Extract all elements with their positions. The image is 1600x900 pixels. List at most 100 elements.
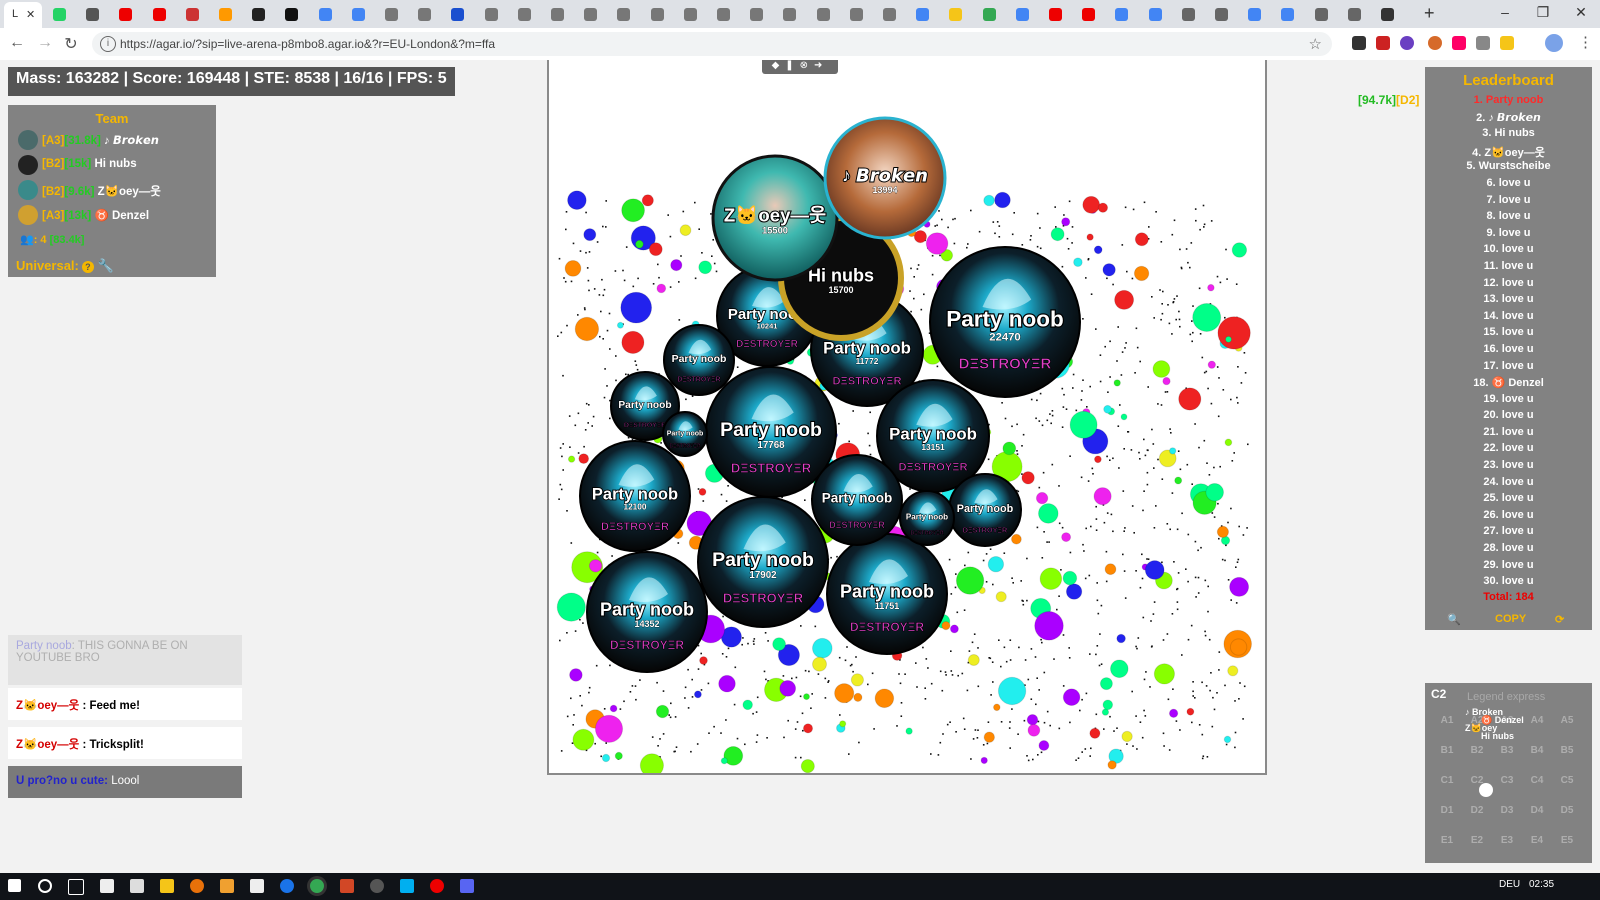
forward-button[interactable]: →	[34, 34, 56, 52]
browser-tab[interactable]	[1208, 4, 1236, 24]
top-toolbar[interactable]: ◆❚⊗➜	[762, 60, 838, 74]
browser-tab[interactable]	[212, 4, 240, 24]
edge-icon[interactable]	[280, 879, 294, 893]
bookmark-star-icon[interactable]: ☆	[1309, 35, 1322, 53]
folder-icon[interactable]	[160, 879, 174, 893]
opera-icon[interactable]	[430, 879, 444, 893]
address-bar[interactable]: i https://agar.io/?sip=live-arena-p8mbo8…	[92, 32, 1332, 56]
task-view-icon[interactable]	[68, 879, 84, 895]
close-tab-icon[interactable]: ✕	[26, 8, 35, 21]
browser-tab[interactable]	[278, 4, 306, 24]
search-icon[interactable]: 🔍	[1447, 613, 1461, 626]
browser-tab[interactable]	[1142, 4, 1170, 24]
restore-window-icon[interactable]: ❐	[1528, 4, 1558, 21]
player-cell[interactable]: Z🐱oey—웃15500	[711, 154, 839, 282]
language-indicator[interactable]: DEU	[1499, 879, 1520, 890]
skype-icon[interactable]	[400, 879, 414, 893]
store-icon[interactable]	[130, 879, 144, 893]
extension-icon[interactable]	[1352, 36, 1366, 50]
player-cell[interactable]: DΞSTROYΞR Party noob11751	[826, 533, 948, 655]
minimap[interactable]: C2 Legend express A1 A2 A3 A4 A5 B1 B2 B3 B4 B5 C1…	[1425, 683, 1592, 863]
app-icon[interactable]	[370, 879, 384, 893]
extension-icon[interactable]	[1428, 36, 1442, 50]
chat-input[interactable]: U pro?no u cute: Loool	[8, 766, 242, 798]
player-cell[interactable]: DΞSTROYΞRParty noob12100	[579, 440, 691, 552]
clock[interactable]: 02:35	[1529, 879, 1554, 890]
browser-tab[interactable]	[544, 4, 572, 24]
windows-start-icon[interactable]	[8, 879, 21, 892]
browser-tab[interactable]	[1274, 4, 1302, 24]
player-cell[interactable]: DΞSTROYΞR Party noob	[948, 473, 1022, 547]
copy-button[interactable]: COPY	[1495, 613, 1526, 625]
browser-tab[interactable]	[312, 4, 340, 24]
close-window-icon[interactable]: ✕	[1566, 4, 1596, 21]
app-icon[interactable]	[220, 879, 234, 893]
player-cell[interactable]: DΞSTROYΞR Party noob	[662, 411, 708, 457]
browser-tab[interactable]	[1341, 4, 1369, 24]
extension-icon[interactable]	[1500, 36, 1514, 50]
browser-tab[interactable]	[843, 4, 871, 24]
browser-tab[interactable]	[378, 4, 406, 24]
browser-tab[interactable]	[478, 4, 506, 24]
player-cell[interactable]: DΞSTROYΞR Party noob17768	[705, 366, 837, 498]
browser-tab[interactable]	[942, 4, 970, 24]
reload-button[interactable]: ↻	[60, 34, 82, 54]
player-cell[interactable]: DΞSTROYΞR Party noob	[663, 324, 735, 396]
game-viewport[interactable]: DΞSTROYΞR Party noob 22470 DΞSTROYΞR Party n…	[0, 60, 1600, 873]
browser-tab[interactable]	[743, 4, 771, 24]
browser-tab[interactable]	[710, 4, 738, 24]
file-icon[interactable]	[100, 879, 114, 893]
player-cell[interactable]: DΞSTROYΞR Party noob17902	[697, 496, 829, 628]
browser-tab[interactable]	[876, 4, 904, 24]
browser-tab[interactable]	[976, 4, 1004, 24]
site-info-icon[interactable]: i	[100, 36, 116, 52]
browser-tab[interactable]	[1042, 4, 1070, 24]
browser-tab[interactable]	[1241, 4, 1269, 24]
player-cell[interactable]: DΞSTROYΞR Party noob	[811, 454, 903, 546]
browser-tab[interactable]	[79, 4, 107, 24]
browser-tab[interactable]	[112, 4, 140, 24]
search-icon[interactable]	[38, 879, 52, 893]
arena-canvas[interactable]: DΞSTROYΞRParty noob22470 DΞSTROYΞRParty n…	[549, 60, 1265, 773]
browser-tab[interactable]	[1108, 4, 1136, 24]
browser-tab[interactable]	[776, 4, 804, 24]
active-tab[interactable]: L ✕	[4, 2, 42, 28]
browser-tab[interactable]	[909, 4, 937, 24]
firefox-icon[interactable]	[190, 879, 204, 893]
help-icon[interactable]: ?	[81, 261, 94, 273]
chrome-icon[interactable]	[310, 879, 324, 893]
browser-tab[interactable]	[245, 4, 273, 24]
back-button[interactable]: ←	[6, 34, 28, 52]
browser-tab[interactable]	[179, 4, 207, 24]
player-cell[interactable]: DΞSTROYΞR Party noob22470	[929, 246, 1081, 398]
browser-tab[interactable]	[46, 4, 74, 24]
browser-tab[interactable]	[146, 4, 174, 24]
mail-icon[interactable]	[250, 879, 264, 893]
browser-tab[interactable]	[677, 4, 705, 24]
discord-icon[interactable]	[460, 879, 474, 893]
browser-tab[interactable]	[810, 4, 838, 24]
browser-tab[interactable]	[1175, 4, 1203, 24]
browser-tab[interactable]	[1075, 4, 1103, 24]
player-cell[interactable]: DΞSTROYΞR Party noob14352	[586, 551, 708, 673]
player-cell[interactable]: DΞSTROYΞR Party noob	[899, 490, 955, 546]
extension-icon[interactable]	[1452, 36, 1466, 50]
browser-tab[interactable]	[1308, 4, 1336, 24]
browser-tab[interactable]	[511, 4, 539, 24]
extension-icon[interactable]	[1376, 36, 1390, 50]
profile-avatar[interactable]	[1545, 34, 1563, 52]
extension-icon[interactable]	[1400, 36, 1414, 50]
browser-tab[interactable]	[1009, 4, 1037, 24]
browser-tab[interactable]	[444, 4, 472, 24]
extension-icon[interactable]	[1476, 36, 1490, 50]
browser-tab[interactable]	[610, 4, 638, 24]
player-cell[interactable]: ♪ 𝘽𝙧𝙤𝙠𝙚𝙣13994	[823, 116, 947, 240]
game-arena[interactable]: DΞSTROYΞR Party noob 22470 DΞSTROYΞR Party n…	[547, 60, 1267, 775]
browser-tab[interactable]	[577, 4, 605, 24]
refresh-icon[interactable]: ⟳	[1555, 613, 1564, 626]
powerpoint-icon[interactable]	[340, 879, 354, 893]
minimize-window-icon[interactable]: –	[1490, 4, 1520, 20]
browser-tab[interactable]	[1374, 4, 1402, 24]
wrench-icon[interactable]: 🔧	[98, 258, 114, 273]
browser-menu-icon[interactable]: ⋮	[1578, 33, 1593, 51]
